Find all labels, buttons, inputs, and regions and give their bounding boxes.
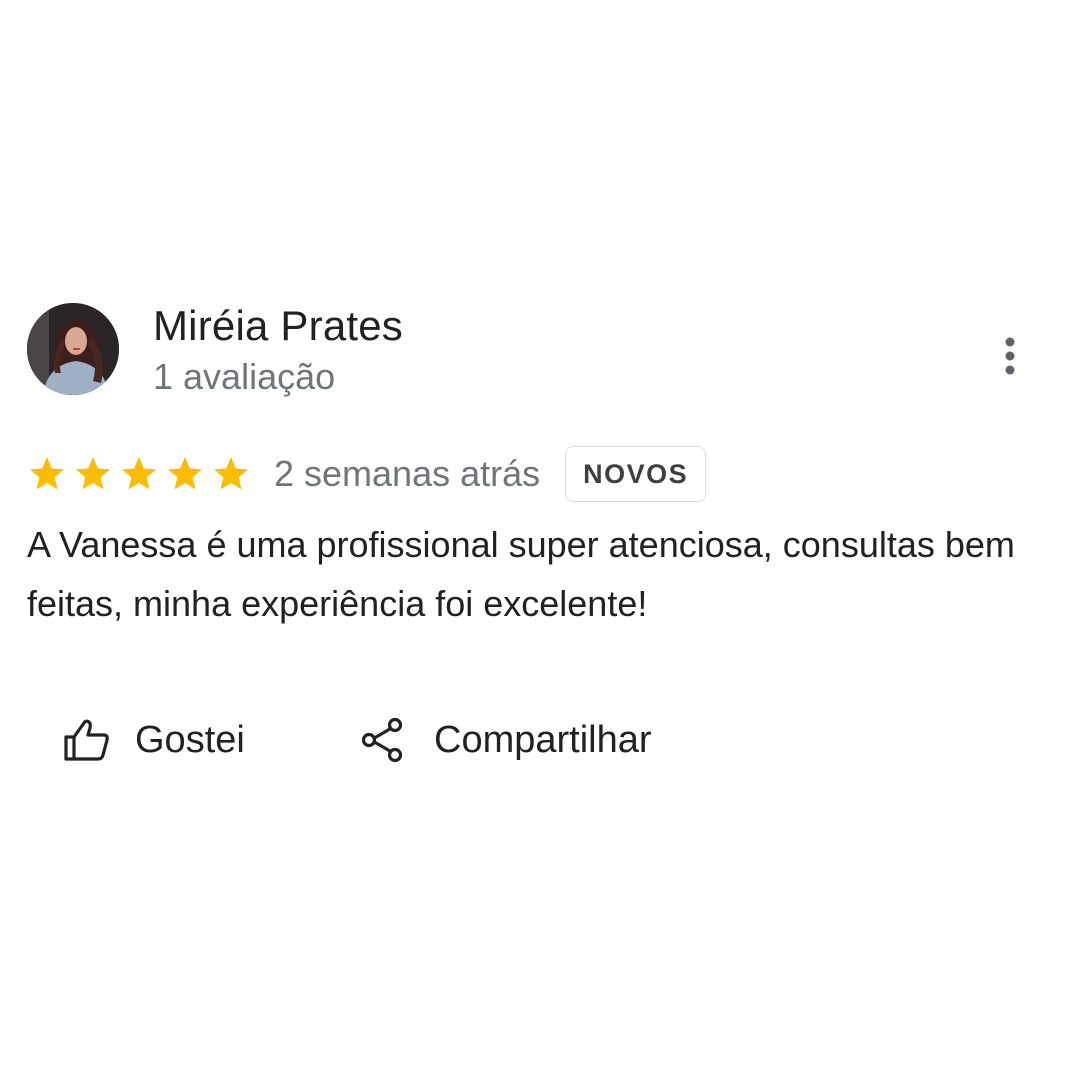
star-icon <box>122 457 156 490</box>
share-label: Compartilhar <box>434 718 652 761</box>
more-vert-icon <box>1005 337 1015 375</box>
avatar[interactable] <box>27 303 119 395</box>
star-rating <box>27 454 251 494</box>
star-icon <box>76 457 110 490</box>
rating-row: 2 semanas atrás NOVOS <box>27 446 707 502</box>
review-card: Miréia Prates 1 avaliação 2 semanas atrá… <box>0 0 1080 1080</box>
star-icon <box>168 457 202 490</box>
more-options-button[interactable] <box>990 334 1030 378</box>
share-icon <box>361 717 403 763</box>
star-icon <box>214 457 248 490</box>
star-icon <box>30 457 64 490</box>
review-text: A Vanessa é uma profissional super atenc… <box>27 524 1015 624</box>
share-button[interactable]: Compartilhar <box>360 710 652 770</box>
page: Miréia Prates 1 avaliação 2 semanas atrá… <box>0 0 1080 1080</box>
thumb-up-icon <box>64 719 109 761</box>
like-button[interactable]: Gostei <box>63 710 245 770</box>
like-label: Gostei <box>135 718 245 761</box>
avatar-photo <box>27 303 119 395</box>
reviewer-review-count: 1 avaliação <box>153 356 336 397</box>
reviewer-name[interactable]: Miréia Prates <box>153 301 403 351</box>
new-badge: NOVOS <box>565 446 707 502</box>
review-date: 2 semanas atrás <box>274 453 541 494</box>
